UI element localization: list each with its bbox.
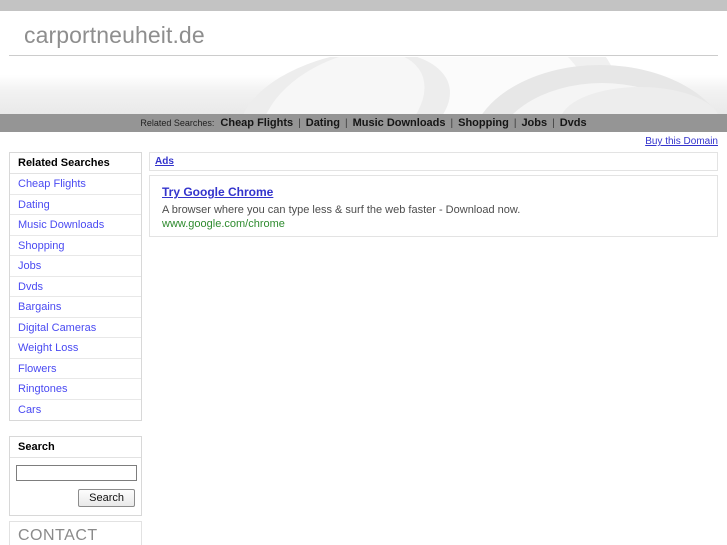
search-button[interactable]: Search <box>78 489 135 507</box>
sidebar-item-label[interactable]: Weight Loss <box>18 342 78 354</box>
search-button-row: Search <box>16 489 135 507</box>
sidebar-item-label[interactable]: Flowers <box>18 363 57 375</box>
buy-this-domain-link[interactable]: Buy this Domain <box>645 136 718 147</box>
banner-graphic <box>0 57 727 114</box>
nav-separator: | <box>298 118 301 129</box>
sidebar: Related Searches Cheap Flights Dating Mu… <box>9 152 142 421</box>
ads-link[interactable]: Ads <box>155 156 174 167</box>
sidebar-item-label[interactable]: Cheap Flights <box>18 178 86 190</box>
sidebar-item-digital-cameras[interactable]: Digital Cameras <box>10 318 141 338</box>
sidebar-item-label[interactable]: Shopping <box>18 240 65 252</box>
nav-separator: | <box>450 118 454 129</box>
ad-item[interactable]: Try Google Chrome A browser where you ca… <box>149 175 718 237</box>
ad-description: A browser where you can type less & surf… <box>162 204 521 216</box>
page-title: carportneuheit.de <box>24 22 205 48</box>
nav-separator: | <box>513 118 517 129</box>
sidebar-item-flowers[interactable]: Flowers <box>10 359 141 379</box>
ad-title-link[interactable]: Try Google Chrome <box>162 185 273 199</box>
search-panel: Search Search <box>9 436 142 516</box>
sidebar-item-label[interactable]: Bargains <box>18 301 61 313</box>
top-gray-bar <box>0 0 727 11</box>
related-searches-heading: Related Searches <box>10 153 141 174</box>
navbar-label: Related Searches: <box>140 118 215 128</box>
ad-url[interactable]: www.google.com/chrome <box>162 218 285 230</box>
nav-link-jobs[interactable]: Jobs <box>521 117 547 129</box>
sidebar-item-jobs[interactable]: Jobs <box>10 256 141 277</box>
main-content: Ads Try Google Chrome A browser where yo… <box>149 152 718 237</box>
sidebar-item-ringtones[interactable]: Ringtones <box>10 379 141 400</box>
header-divider <box>9 55 718 56</box>
nav-link-shopping[interactable]: Shopping <box>458 117 509 129</box>
page-root: carportneuheit.de Related Searches: Chea… <box>0 0 727 545</box>
site-header: carportneuheit.de <box>0 11 727 57</box>
search-body: Search <box>10 458 141 515</box>
contact-panel: CONTACT <box>9 521 142 545</box>
nav-link-dvds[interactable]: Dvds <box>560 117 587 129</box>
sidebar-item-cheap-flights[interactable]: Cheap Flights <box>10 174 141 195</box>
nav-separator: | <box>344 118 348 129</box>
sidebar-item-weight-loss[interactable]: Weight Loss <box>10 338 141 359</box>
sidebar-item-label[interactable]: Cars <box>18 404 41 416</box>
contact-heading: CONTACT <box>18 527 98 544</box>
sidebar-item-label[interactable]: Ringtones <box>18 383 68 395</box>
search-panel-box: Search Search <box>9 436 142 516</box>
sidebar-item-label[interactable]: Music Downloads <box>18 219 104 231</box>
related-searches-navbar: Related Searches: Cheap Flights | Dating… <box>0 114 727 132</box>
related-searches-panel: Related Searches Cheap Flights Dating Mu… <box>9 152 142 421</box>
sidebar-item-label[interactable]: Dating <box>18 199 50 211</box>
nav-link-cheap-flights[interactable]: Cheap Flights <box>220 117 293 129</box>
search-input[interactable] <box>16 465 137 481</box>
sidebar-item-dating[interactable]: Dating <box>10 195 141 215</box>
sidebar-item-dvds[interactable]: Dvds <box>10 277 141 297</box>
sidebar-item-shopping[interactable]: Shopping <box>10 236 141 256</box>
navbar-items: Related Searches: Cheap Flights | Dating… <box>140 117 586 129</box>
sidebar-item-label[interactable]: Jobs <box>18 260 41 272</box>
nav-link-dating[interactable]: Dating <box>306 117 340 129</box>
sidebar-item-cars[interactable]: Cars <box>10 400 141 421</box>
sidebar-item-label[interactable]: Digital Cameras <box>18 322 96 334</box>
search-heading: Search <box>10 437 141 458</box>
sidebar-item-music-downloads[interactable]: Music Downloads <box>10 215 141 236</box>
nav-link-music-downloads[interactable]: Music Downloads <box>353 117 446 129</box>
nav-separator: | <box>552 118 555 129</box>
sidebar-item-bargains[interactable]: Bargains <box>10 297 141 318</box>
ads-header: Ads <box>149 152 718 171</box>
sidebar-item-label[interactable]: Dvds <box>18 281 43 293</box>
